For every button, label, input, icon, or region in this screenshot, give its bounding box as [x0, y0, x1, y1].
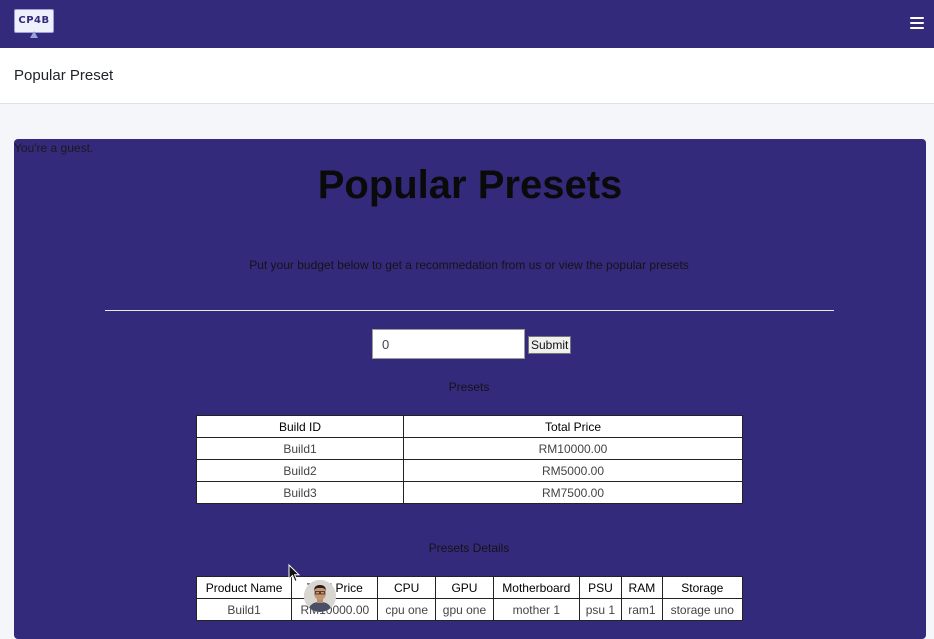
- presets-details-label: Presets Details: [428, 541, 510, 555]
- column-header-cpu: CPU: [377, 576, 436, 599]
- guest-notice: You're a guest.: [14, 141, 94, 155]
- page-header: Popular Preset: [0, 48, 934, 104]
- person-icon: [304, 580, 336, 612]
- logo-monitor-stand-icon: [30, 31, 38, 38]
- build-id-cell: Build2: [196, 459, 404, 482]
- column-header-gpu: GPU: [434, 576, 495, 599]
- main-heading: Popular Presets: [317, 163, 623, 207]
- total-price-cell: RM5000.00: [403, 459, 743, 482]
- hamburger-menu-icon[interactable]: [910, 17, 924, 29]
- total-price-cell: RM10000.00: [403, 437, 743, 460]
- column-header-psu: PSU: [578, 576, 623, 599]
- build-id-cell: Build1: [196, 437, 404, 460]
- column-header-total-price: Total Price: [403, 415, 743, 438]
- table-header-row: Product Name Total Price CPU GPU Motherb…: [195, 576, 744, 599]
- presets-panel: Popular Presets Put your budget below to…: [14, 139, 926, 639]
- column-header-product-name: Product Name: [195, 576, 293, 599]
- column-header-ram: RAM: [621, 576, 663, 599]
- presets-table: Build ID Total Price Build1 RM10000.00 B…: [196, 415, 743, 504]
- column-header-storage: Storage: [661, 576, 744, 599]
- app-logo[interactable]: CP4B: [14, 9, 54, 33]
- table-row[interactable]: Build3 RM7500.00: [196, 481, 743, 504]
- budget-input[interactable]: [372, 329, 525, 359]
- table-row[interactable]: Build1 RM10000.00: [196, 437, 743, 460]
- divider: [105, 310, 834, 311]
- build-id-cell: Build3: [196, 481, 404, 504]
- cpu-cell: cpu one: [377, 598, 436, 621]
- table-header-row: Build ID Total Price: [196, 415, 743, 438]
- column-header-build-id: Build ID: [196, 415, 404, 438]
- storage-cell: storage uno: [661, 598, 744, 621]
- mouse-pointer-icon: [288, 563, 301, 588]
- column-header-motherboard: Motherboard: [493, 576, 580, 599]
- gpu-cell: gpu one: [434, 598, 495, 621]
- table-row[interactable]: Build2 RM5000.00: [196, 459, 743, 482]
- subtitle-text: Put your budget below to get a recommeda…: [249, 258, 689, 272]
- presets-label: Presets: [448, 380, 490, 394]
- submit-button[interactable]: Submit: [528, 336, 572, 354]
- total-price-cell: RM7500.00: [403, 481, 743, 504]
- product-name-cell: Build1: [195, 598, 293, 621]
- psu-cell: psu 1: [578, 598, 623, 621]
- top-navbar: CP4B: [0, 0, 934, 48]
- ram-cell: ram1: [621, 598, 663, 621]
- motherboard-cell: mother 1: [493, 598, 580, 621]
- user-avatar[interactable]: [304, 580, 336, 612]
- presets-details-table: Product Name Total Price CPU GPU Motherb…: [195, 576, 744, 621]
- table-row[interactable]: Build1 RM10000.00 cpu one gpu one mother…: [195, 598, 744, 621]
- page-title: Popular Preset: [14, 67, 114, 84]
